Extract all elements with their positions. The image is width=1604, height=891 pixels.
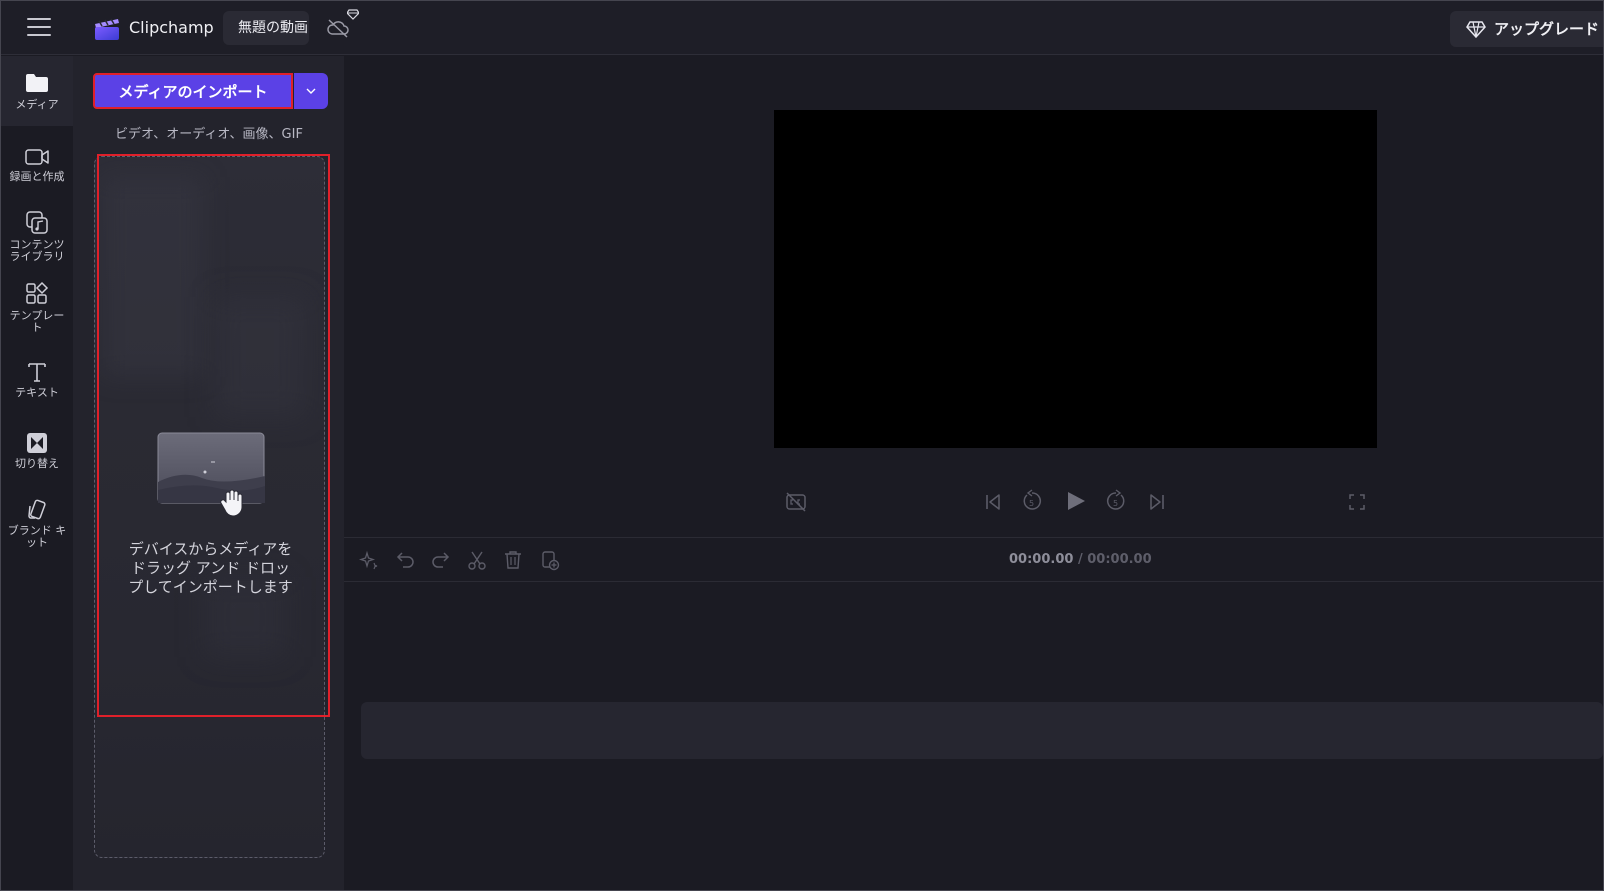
- current-time: 00:00.00: [1009, 552, 1074, 567]
- sidebar-item-label: コンテンツ ライブラリ: [9, 238, 65, 263]
- upgrade-button[interactable]: アップグレード: [1450, 11, 1603, 47]
- svg-text:5: 5: [1113, 499, 1118, 508]
- timeline-track[interactable]: [361, 702, 1603, 759]
- clipchamp-logo-icon: [95, 18, 119, 40]
- split-scissors-icon[interactable]: [466, 549, 488, 571]
- sidebar-item-label: テンプレー ト: [9, 309, 65, 334]
- folder-icon: [26, 74, 48, 92]
- project-title-input[interactable]: 無題の動画: [223, 11, 309, 45]
- sidebar-item-text[interactable]: テキスト: [1, 352, 73, 418]
- sidebar-item-label: 切り替え: [15, 457, 59, 470]
- media-dropzone[interactable]: デバイスからメディアを ドラッグ アンド ドロッ プしてインポートします: [94, 156, 325, 858]
- drag-hand-icon: [220, 489, 243, 517]
- sidebar-item-media[interactable]: メディア: [1, 56, 73, 126]
- transitions-icon: [27, 433, 47, 453]
- text-icon: [28, 363, 46, 382]
- time-separator: /: [1073, 552, 1088, 567]
- import-options-dropdown[interactable]: [294, 73, 328, 109]
- dropzone-thumbnail-icon: [157, 432, 265, 504]
- total-duration: 00:00.00: [1087, 552, 1152, 567]
- timecode-display: 00:00.00 / 00:00.00: [1009, 552, 1152, 567]
- sidebar-item-brand-kit[interactable]: ブランド キ ット: [1, 490, 73, 562]
- video-preview-canvas[interactable]: [774, 110, 1377, 448]
- play-icon[interactable]: [1064, 490, 1088, 512]
- dropzone-instructions: デバイスからメディアを ドラッグ アンド ドロッ プしてインポートします: [128, 540, 293, 596]
- camera-icon: [25, 149, 49, 165]
- clipchamp-editor: Clipchamp 無題の動画 アップグレード メディア 録画と作成 コンテンツ…: [0, 0, 1604, 891]
- sidebar-item-label: ブランド キ ット: [7, 524, 67, 549]
- delete-icon[interactable]: [502, 549, 524, 571]
- top-bar: Clipchamp 無題の動画 アップグレード: [1, 1, 1603, 55]
- templates-icon: [26, 281, 49, 304]
- rewind-5-seconds-icon[interactable]: 5: [1021, 489, 1043, 513]
- content-library-icon: [26, 211, 48, 234]
- chevron-down-icon: [306, 88, 316, 94]
- preview-area: 5 5: [344, 56, 1603, 537]
- menu-icon[interactable]: [27, 18, 51, 36]
- skip-to-end-icon[interactable]: [1147, 492, 1167, 512]
- brand-kit-icon: [28, 499, 46, 520]
- forward-5-seconds-icon[interactable]: 5: [1105, 489, 1127, 513]
- magic-sparkle-icon[interactable]: [358, 549, 380, 571]
- import-media-button[interactable]: メディアのインポート: [93, 73, 293, 109]
- left-sidebar: メディア 録画と作成 コンテンツ ライブラリ テンプレー ト テキスト 切り替え…: [1, 56, 73, 890]
- fullscreen-icon[interactable]: [1347, 492, 1367, 512]
- sidebar-item-transitions[interactable]: 切り替え: [1, 421, 73, 487]
- sidebar-item-label: 録画と作成: [9, 170, 65, 183]
- upgrade-label: アップグレード: [1494, 20, 1600, 38]
- timeline-toolbar: 00:00.00 / 00:00.00: [344, 538, 1603, 582]
- cloud-offline-icon[interactable]: [326, 17, 350, 39]
- sidebar-item-content-library[interactable]: コンテンツ ライブラリ: [1, 202, 73, 272]
- sidebar-item-label: メディア: [15, 98, 59, 111]
- skip-to-start-icon[interactable]: [983, 492, 1003, 512]
- svg-text:5: 5: [1029, 499, 1034, 508]
- diamond-icon: [1466, 21, 1486, 38]
- timeline-area: 00:00.00 / 00:00.00: [344, 537, 1603, 890]
- sidebar-item-record[interactable]: 録画と作成: [1, 136, 73, 202]
- captions-off-icon[interactable]: [785, 492, 807, 512]
- premium-gem-icon: [347, 9, 359, 20]
- app-name: Clipchamp: [129, 18, 214, 37]
- media-panel: メディアのインポート ビデオ、オーディオ、画像、GIF デバイスからメディアを …: [73, 56, 344, 890]
- supported-media-types: ビデオ、オーディオ、画像、GIF: [115, 127, 303, 142]
- undo-icon[interactable]: [394, 549, 416, 571]
- duplicate-icon[interactable]: [539, 549, 561, 571]
- redo-icon[interactable]: [430, 549, 452, 571]
- sidebar-item-templates[interactable]: テンプレー ト: [1, 276, 73, 346]
- sidebar-item-label: テキスト: [15, 386, 59, 399]
